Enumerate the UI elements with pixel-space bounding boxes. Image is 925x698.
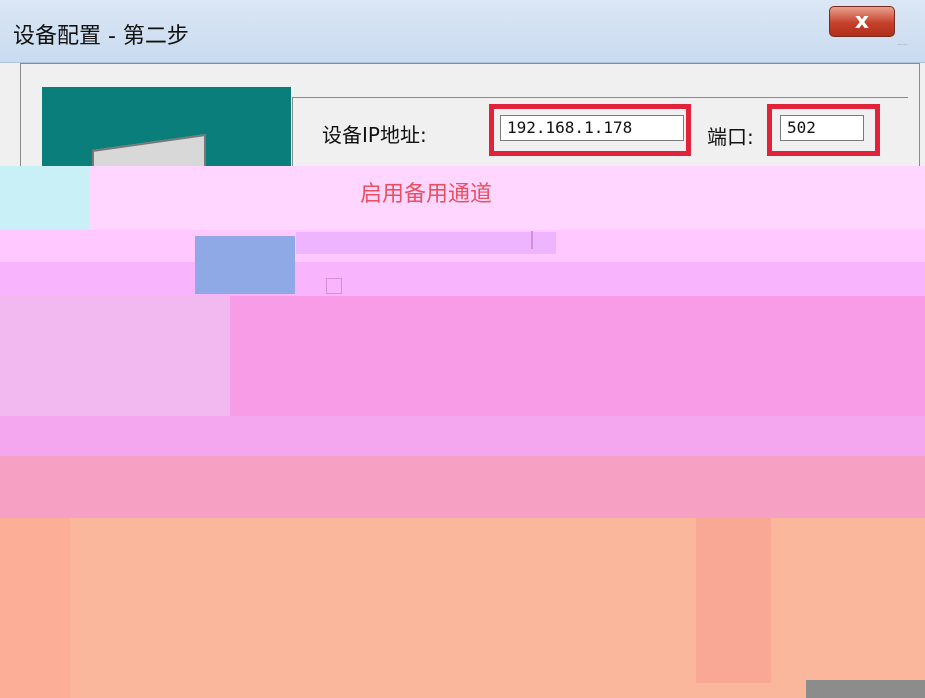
glitch-band: [696, 518, 771, 683]
glitch-band: [0, 262, 925, 298]
ip-address-input[interactable]: 192.168.1.178: [500, 115, 684, 141]
port-input[interactable]: 502: [780, 115, 864, 141]
status-corner: [806, 680, 925, 698]
glitch-band: [0, 416, 925, 456]
close-icon: x: [854, 9, 870, 34]
glitch-band: [195, 236, 295, 294]
backup-channel-label[interactable]: 启用备用通道: [360, 176, 492, 208]
glitch-band: [0, 456, 925, 520]
window-title: 设备配置 - 第二步: [13, 24, 189, 49]
glitch-band: [0, 296, 230, 416]
glitch-band: [296, 232, 556, 254]
close-button[interactable]: x: [829, 6, 895, 37]
port-label: 端口:: [707, 125, 754, 149]
option-checkbox[interactable]: [326, 278, 342, 294]
glitch-band: [0, 518, 70, 698]
titlebar-grip: ⁻⁻: [897, 42, 908, 53]
title-bar[interactable]: 设备配置 - 第二步 x ⁻⁻: [0, 0, 925, 63]
glitch-band: [0, 166, 90, 230]
glitch-band: [0, 518, 925, 698]
separator: [531, 231, 533, 249]
ip-address-label: 设备IP地址:: [322, 123, 427, 147]
dialog-window: 设备配置 - 第二步 x ⁻⁻ 设备IP地址: 192.168.1.178 端口…: [0, 0, 925, 698]
